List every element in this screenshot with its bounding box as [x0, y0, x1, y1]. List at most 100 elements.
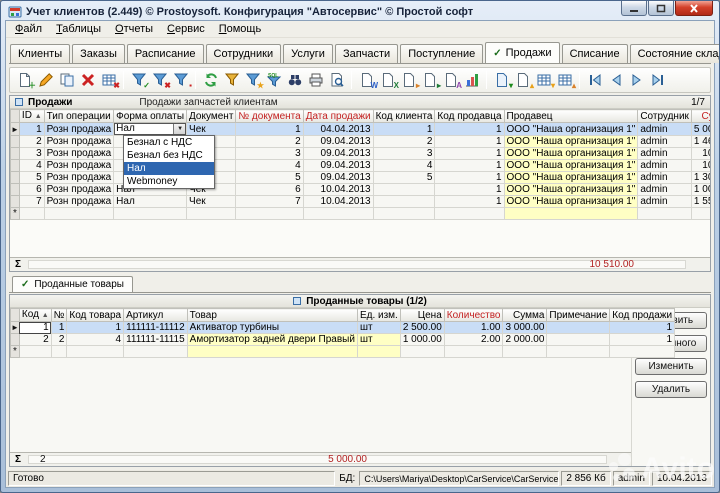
- new-row-marker-icon: *: [13, 346, 17, 357]
- tab-stock[interactable]: Состояние склада: [630, 44, 720, 63]
- tab-underline: [9, 63, 711, 64]
- sort-icon[interactable]: [221, 70, 242, 91]
- sales-panel: Продажи Продажи запчастей клиентам 1/7 I…: [9, 95, 711, 272]
- toolbar-separator: [195, 71, 196, 89]
- sold-grid: Код ▲ № Код товара Артикул Товар Ед. изм…: [10, 308, 675, 358]
- filter-apply-icon[interactable]: ✓: [128, 70, 149, 91]
- dropdown-option[interactable]: Webmoney: [124, 175, 214, 188]
- table-tabs: Клиенты Заказы Расписание Сотрудники Усл…: [6, 38, 714, 63]
- db-path: C:\Users\Mariya\Desktop\CarService\CarSe…: [359, 471, 559, 486]
- sales-row-selected[interactable]: ► 1 Розн продажа Нал▼ Чек 1 04.04.2013 1…: [11, 123, 711, 136]
- chart-icon[interactable]: [461, 70, 482, 91]
- minimize-button[interactable]: [621, 1, 647, 16]
- payment-editor-cell[interactable]: Нал▼: [114, 123, 187, 136]
- edit-record-icon[interactable]: [35, 70, 56, 91]
- refresh-icon[interactable]: [200, 70, 221, 91]
- current-cell[interactable]: 1: [19, 322, 51, 334]
- sales-row[interactable]: 6 Розн продажа Нал Чек 6 10.04.2013 1 ОО…: [11, 184, 711, 196]
- import-table-icon[interactable]: ▾: [533, 70, 554, 91]
- export-record-icon[interactable]: ▴: [512, 70, 533, 91]
- window-title: Учет клиентов (2.449) © Prostoysoft. Кон…: [26, 6, 617, 18]
- sold-sum-count: 2: [40, 454, 46, 465]
- dropdown-option[interactable]: Безнал без НДС: [124, 149, 214, 162]
- edit-button[interactable]: Изменить: [635, 358, 707, 375]
- menu-file[interactable]: Файл: [9, 22, 48, 36]
- export-table-icon[interactable]: ▴: [554, 70, 575, 91]
- svg-text:SQL: SQL: [268, 73, 278, 79]
- menu-bar: Файл Таблицы Отчеты Сервис Помощь: [6, 21, 714, 38]
- export-text-icon[interactable]: ▸: [419, 70, 440, 91]
- detail-tabs: ✓ Проданные товары: [6, 273, 714, 292]
- sales-row[interactable]: 7 Розн продажа Нал Чек 7 10.04.2013 1 ОО…: [11, 196, 711, 208]
- toolbar-separator: [351, 71, 352, 89]
- sales-new-row[interactable]: *: [11, 208, 711, 220]
- close-button[interactable]: [675, 1, 713, 16]
- tab-sales[interactable]: ✓Продажи: [485, 42, 559, 63]
- sold-panel-caption: Проданные товары (1/2): [10, 295, 710, 308]
- sales-total: 10 510.00: [570, 259, 634, 270]
- title-bar[interactable]: Учет клиентов (2.449) © Prostoysoft. Кон…: [5, 1, 715, 20]
- copy-record-icon[interactable]: [56, 70, 77, 91]
- current-row-marker-icon: ►: [11, 323, 19, 332]
- tab-orders[interactable]: Заказы: [72, 44, 125, 63]
- delete-button[interactable]: Удалить: [635, 381, 707, 398]
- maximize-button[interactable]: [648, 1, 674, 16]
- delete-record-icon[interactable]: [77, 70, 98, 91]
- tab-parts[interactable]: Запчасти: [335, 44, 398, 63]
- dropdown-option-selected[interactable]: Нал: [124, 162, 214, 175]
- tab-employees[interactable]: Сотрудники: [206, 44, 282, 63]
- tab-sold-goods[interactable]: ✓ Проданные товары: [12, 276, 133, 292]
- current-date: 10.04.2013: [652, 471, 712, 486]
- nav-first-icon[interactable]: [584, 70, 605, 91]
- sort-asc-icon: ▲: [35, 113, 42, 120]
- sales-row[interactable]: 4 Розн продажа Чек 4 09.04.2013 4 1 ООО …: [11, 160, 711, 172]
- tab-underline: [9, 292, 711, 293]
- nav-prev-icon[interactable]: [605, 70, 626, 91]
- add-record-icon[interactable]: ＋: [14, 70, 35, 91]
- sold-row-selected[interactable]: ► 1 1 1 111111-11112 Активатор турбины ш…: [11, 322, 675, 334]
- sales-row[interactable]: 2 Розн продажа Чек 2 09.04.2013 2 1 ООО …: [11, 136, 711, 148]
- delete-multiple-icon[interactable]: ✖: [98, 70, 119, 91]
- sold-new-row[interactable]: *: [11, 346, 675, 358]
- tab-receipts[interactable]: Поступление: [400, 44, 483, 63]
- combo-dropdown-button[interactable]: ▼: [173, 123, 186, 135]
- tab-schedule[interactable]: Расписание: [127, 44, 204, 63]
- sales-header-row: ID ▲ Тип операции Форма оплаты Документ …: [11, 110, 711, 123]
- nav-next-icon[interactable]: [626, 70, 647, 91]
- panel-icon: [293, 297, 301, 305]
- sold-row[interactable]: 2 2 4 111111-11115 Амортизатор задней дв…: [11, 334, 675, 346]
- tab-services[interactable]: Услуги: [283, 44, 333, 63]
- print-preview-icon[interactable]: [326, 70, 347, 91]
- status-bar: Готово БД: C:\Users\Mariya\Desktop\CarSe…: [6, 470, 714, 487]
- menu-reports[interactable]: Отчеты: [109, 22, 159, 36]
- dropdown-option[interactable]: Безнал с НДС: [124, 136, 214, 149]
- menu-tables[interactable]: Таблицы: [50, 22, 107, 36]
- menu-help[interactable]: Помощь: [213, 22, 268, 36]
- export-html-icon[interactable]: ▸: [398, 70, 419, 91]
- active-table-check-icon: ✓: [21, 279, 29, 290]
- export-word-icon[interactable]: W: [356, 70, 377, 91]
- sold-caption: Проданные товары (1/2): [306, 296, 427, 307]
- sales-caption: Продажи: [28, 97, 72, 108]
- import-record-icon[interactable]: ▾: [491, 70, 512, 91]
- sold-sum-total: 5 000.00: [305, 454, 367, 465]
- export-excel-icon[interactable]: X: [377, 70, 398, 91]
- export-access-icon[interactable]: A: [440, 70, 461, 91]
- client-area: Файл Таблицы Отчеты Сервис Помощь Клиент…: [5, 20, 715, 488]
- sold-header-row: Код ▲ № Код товара Артикул Товар Ед. изм…: [11, 309, 675, 322]
- toolbar-separator: [123, 71, 124, 89]
- search-icon[interactable]: [284, 70, 305, 91]
- sales-row[interactable]: 5 Розн продажа Чек 5 09.04.2013 5 1 ООО …: [11, 172, 711, 184]
- print-icon[interactable]: [305, 70, 326, 91]
- sales-row[interactable]: 3 Розн продажа Чек 3 09.04.2013 3 1 ООО …: [11, 148, 711, 160]
- filter-clear-icon[interactable]: ✖: [149, 70, 170, 91]
- filter-field-icon[interactable]: ★: [242, 70, 263, 91]
- filter-by-selection-icon[interactable]: ▪: [170, 70, 191, 91]
- db-label: БД:: [337, 471, 357, 486]
- current-user: admin: [613, 471, 650, 486]
- tab-clients[interactable]: Клиенты: [10, 44, 70, 63]
- menu-service[interactable]: Сервис: [161, 22, 211, 36]
- sql-filter-icon[interactable]: SQL: [263, 70, 284, 91]
- tab-writeoff[interactable]: Списание: [562, 44, 628, 63]
- nav-last-icon[interactable]: [647, 70, 668, 91]
